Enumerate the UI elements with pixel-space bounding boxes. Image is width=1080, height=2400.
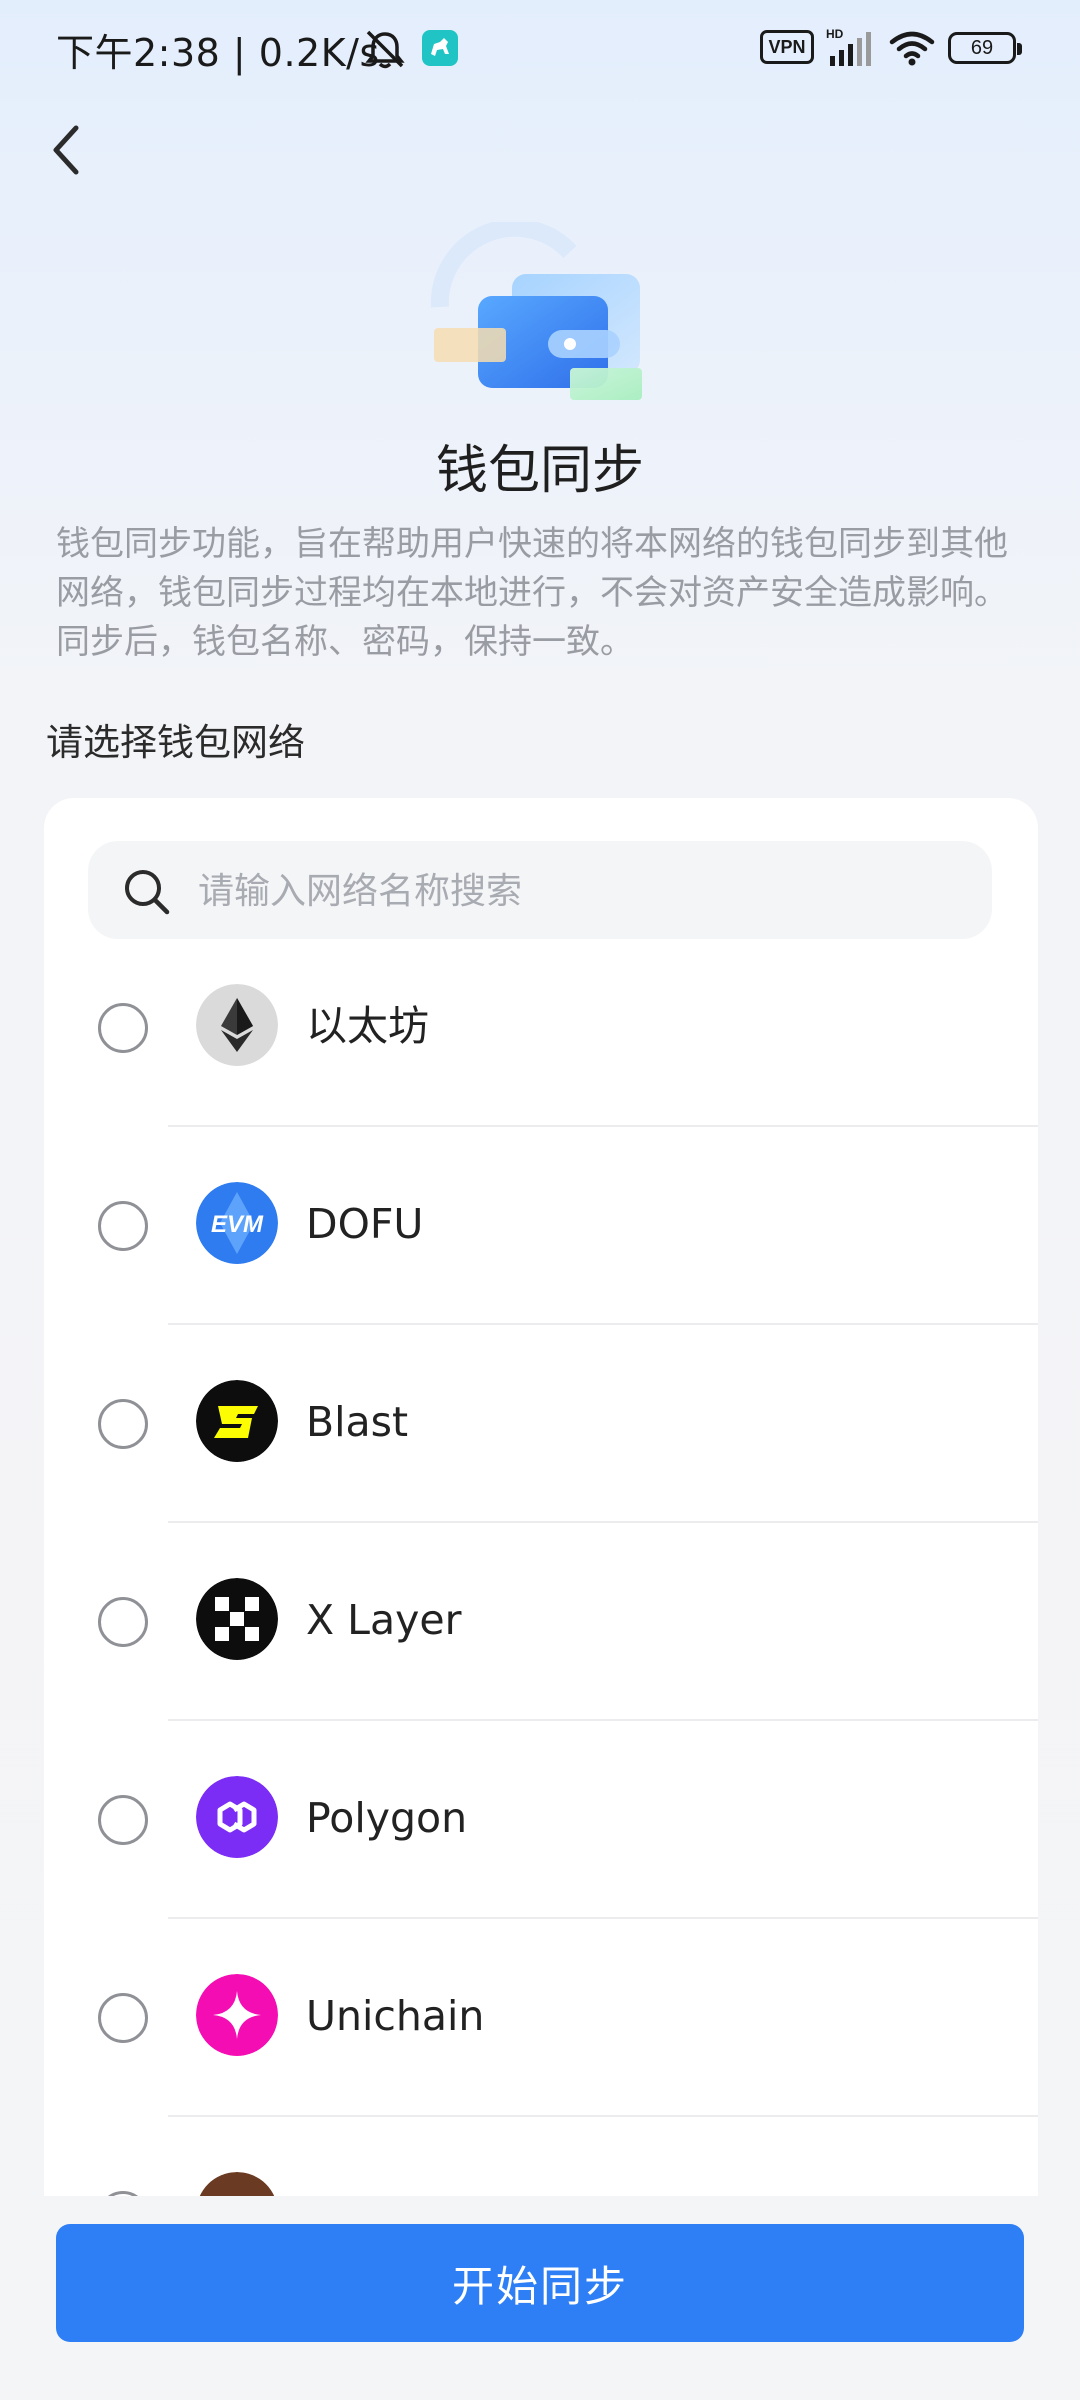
divider <box>168 1323 1038 1325</box>
radio-button[interactable] <box>98 1201 148 1251</box>
blast-icon <box>196 1380 278 1462</box>
start-sync-button[interactable]: 开始同步 <box>56 2224 1024 2342</box>
search-input[interactable] <box>196 841 960 941</box>
wallet-sync-page: 下午2:38 | 0.2K/s VPN HD 69 钱包同步 钱包同步功能，旨在… <box>0 0 1080 2400</box>
wifi-icon <box>889 31 935 66</box>
unichain-icon <box>196 1974 278 2056</box>
divider <box>168 1719 1038 1721</box>
network-item-x-layer[interactable]: X Layer <box>44 1550 1038 1748</box>
svg-text:HD: HD <box>826 27 844 41</box>
chevron-left-icon <box>53 125 79 175</box>
evm-icon: EVM <box>196 1182 278 1264</box>
divider <box>168 1125 1038 1127</box>
network-select-label: 请选择钱包网络 <box>46 721 305 764</box>
radio-button[interactable] <box>98 1993 148 2043</box>
search-box[interactable] <box>88 841 992 941</box>
page-title: 钱包同步 <box>435 441 644 501</box>
divider <box>168 1521 1038 1523</box>
network-card: 以太坊 EVM DOFU <box>44 798 1038 2198</box>
status-bar: 下午2:38 | 0.2K/s VPN HD 69 <box>0 0 1080 96</box>
radio-button[interactable] <box>98 1003 148 1053</box>
page-description: 钱包同步功能，旨在帮助用户快速的将本网络的钱包同步到其他网络，钱包同步过程均在本… <box>56 524 1008 662</box>
hd-signal-icon: HD <box>826 27 871 66</box>
status-time-speed: 下午2:38 | 0.2K/s <box>56 31 380 75</box>
network-item-ethereum[interactable]: 以太坊 <box>44 956 1038 1154</box>
svg-text:EVM: EVM <box>211 1211 264 1238</box>
network-item-polygon[interactable]: Polygon <box>44 1748 1038 1946</box>
radio-button[interactable] <box>98 1399 148 1449</box>
vpn-icon: VPN <box>760 30 814 64</box>
network-item-unichain[interactable]: Unichain <box>44 1946 1038 2144</box>
network-item-blast[interactable]: Blast <box>44 1352 1038 1550</box>
battery-icon: 69 <box>948 32 1022 64</box>
network-logo-icon <box>196 2172 278 2198</box>
divider <box>168 1917 1038 1919</box>
search-icon <box>125 870 170 915</box>
network-name: Unichain <box>306 1992 485 2040</box>
polygon-icon <box>196 1776 278 1858</box>
bottom-bar: 开始同步 <box>0 2196 1080 2400</box>
bell-muted-icon <box>365 30 405 69</box>
x-layer-icon <box>196 1578 278 1660</box>
divider <box>168 2115 1038 2117</box>
network-name: Blast <box>306 1398 409 1446</box>
network-name: Polygon <box>306 1794 468 1842</box>
network-name: DOFU <box>306 1200 424 1248</box>
back-button[interactable] <box>36 108 100 188</box>
wallet-sync-illustration <box>430 222 642 400</box>
network-item-dofu[interactable]: EVM DOFU <box>44 1154 1038 1352</box>
network-name: 以太坊 <box>306 1002 429 1050</box>
app-icon <box>422 30 458 66</box>
radio-button[interactable] <box>98 1795 148 1845</box>
radio-button[interactable] <box>98 1597 148 1647</box>
network-item-partial[interactable] <box>44 2144 1038 2198</box>
network-list: 以太坊 EVM DOFU Blast X Layer Polygon Unich… <box>44 956 1038 2198</box>
ethereum-icon <box>196 984 278 1066</box>
network-name: X Layer <box>306 1596 462 1644</box>
